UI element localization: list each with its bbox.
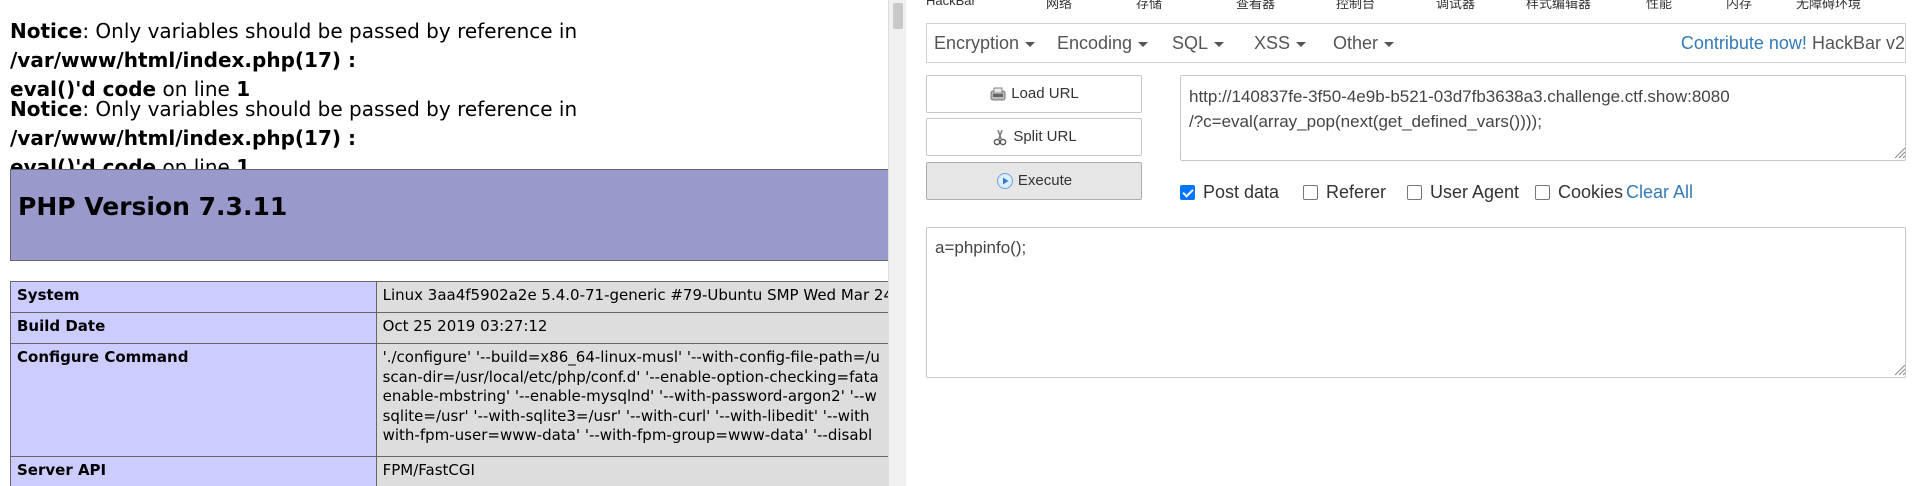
url-textarea[interactable]: http://140837fe-3f50-4e9b-b521-03d7fb363… xyxy=(1180,75,1906,161)
tab-hackbar[interactable]: HackBar xyxy=(926,0,976,8)
notice-label: Notice xyxy=(10,97,83,121)
split-url-button[interactable]: Split URL xyxy=(926,118,1142,156)
play-icon xyxy=(996,173,1013,190)
scrollbar-thumb[interactable] xyxy=(893,3,903,29)
chevron-down-icon xyxy=(1296,41,1307,47)
menu-other[interactable]: Other xyxy=(1333,33,1395,54)
menu-sql[interactable]: SQL xyxy=(1172,33,1225,54)
resize-grip-icon[interactable] xyxy=(1892,362,1906,376)
tab-storage[interactable]: 存储 xyxy=(1136,0,1162,10)
notice-path: /var/www/html/index.php(17) : xyxy=(10,126,356,150)
tab-performance[interactable]: 性能 xyxy=(1646,0,1672,10)
split-url-label: Split URL xyxy=(1013,128,1077,145)
devtools-tab-strip: HackBar 网络 存储 查看器 控制台 调试器 样式编辑器 性能 内存 无障… xyxy=(906,0,1920,10)
resize-grip-icon[interactable] xyxy=(1892,145,1906,159)
user-agent-checkbox[interactable]: User Agent xyxy=(1407,182,1519,203)
php-version-title: PHP Version 7.3.11 xyxy=(18,192,288,221)
table-key: Build Date xyxy=(10,312,377,344)
hackbar-panel: HackBar 网络 存储 查看器 控制台 调试器 样式编辑器 性能 内存 无障… xyxy=(906,0,1920,486)
cookies-checkbox[interactable]: Cookies xyxy=(1535,182,1623,203)
menu-encoding[interactable]: Encoding xyxy=(1057,33,1149,54)
php-output-page: Notice: Only variables should be passed … xyxy=(0,0,888,486)
table-row: System Linux 3aa4f5902a2e 5.4.0-71-gener… xyxy=(10,281,888,313)
load-url-button[interactable]: Load URL xyxy=(926,75,1142,113)
contribute-area: Contribute now! HackBar v2 xyxy=(1681,33,1905,54)
table-value: './configure' '--build=x86_64-linux-musl… xyxy=(375,343,888,457)
chevron-down-icon xyxy=(1138,41,1149,47)
checkbox-checked-icon[interactable] xyxy=(1180,185,1195,200)
notice-message: : Only variables should be passed by ref… xyxy=(82,97,578,121)
post-data-checkbox[interactable]: Post data xyxy=(1180,182,1279,203)
table-row: Build Date Oct 25 2019 03:27:12 xyxy=(10,312,888,344)
checkbox-icon[interactable] xyxy=(1407,185,1422,200)
menu-encryption[interactable]: Encryption xyxy=(934,33,1036,54)
hackbar-menu-bar: Encryption Encoding SQL XSS Other Contri… xyxy=(926,23,1906,63)
tab-inspector[interactable]: 查看器 xyxy=(1236,0,1275,10)
table-row: Server API FPM/FastCGI xyxy=(10,456,888,486)
tab-console[interactable]: 控制台 xyxy=(1336,0,1375,10)
chevron-down-icon xyxy=(1214,41,1225,47)
table-value: Linux 3aa4f5902a2e 5.4.0-71-generic #79-… xyxy=(375,281,888,313)
referer-checkbox[interactable]: Referer xyxy=(1303,182,1386,203)
panel-splitter[interactable] xyxy=(888,0,906,486)
table-row: Configure Command './configure' '--build… xyxy=(10,343,888,457)
scissors-icon xyxy=(994,129,1007,146)
checkbox-icon[interactable] xyxy=(1535,185,1550,200)
tab-style-editor[interactable]: 样式编辑器 xyxy=(1526,0,1591,10)
checkbox-icon[interactable] xyxy=(1303,185,1318,200)
table-key: Configure Command xyxy=(10,343,377,457)
table-value: Oct 25 2019 03:27:12 xyxy=(375,312,888,344)
post-data-textarea[interactable]: a=phpinfo(); xyxy=(926,227,1906,378)
clear-all-link[interactable]: Clear All xyxy=(1626,182,1693,203)
php-notice: Notice: Only variables should be passed … xyxy=(10,17,888,104)
phpinfo-table: System Linux 3aa4f5902a2e 5.4.0-71-gener… xyxy=(10,281,888,486)
hackbar-version: HackBar v2 xyxy=(1811,33,1905,53)
contribute-link[interactable]: Contribute now! xyxy=(1681,33,1807,53)
notice-path: /var/www/html/index.php(17) : xyxy=(10,48,356,72)
notice-label: Notice xyxy=(10,19,83,43)
chevron-down-icon xyxy=(1384,41,1395,47)
table-value: FPM/FastCGI xyxy=(375,456,888,486)
load-url-label: Load URL xyxy=(1011,85,1079,102)
tab-accessibility[interactable]: 无障碍环境 xyxy=(1796,0,1861,10)
chevron-down-icon xyxy=(1025,41,1036,47)
notice-message: : Only variables should be passed by ref… xyxy=(82,19,578,43)
tab-network[interactable]: 网络 xyxy=(1046,0,1072,10)
request-options: Post data Referer User Agent Cookies Cle… xyxy=(1180,182,1920,206)
tab-debugger[interactable]: 调试器 xyxy=(1436,0,1475,10)
php-version-banner: PHP Version 7.3.11 xyxy=(10,169,888,261)
menu-xss[interactable]: XSS xyxy=(1254,33,1307,54)
execute-label: Execute xyxy=(1017,172,1073,189)
table-key: Server API xyxy=(10,456,377,486)
table-key: System xyxy=(10,281,377,313)
tab-memory[interactable]: 内存 xyxy=(1726,0,1752,10)
load-url-icon xyxy=(990,87,1006,101)
execute-button[interactable]: Execute xyxy=(926,162,1142,200)
